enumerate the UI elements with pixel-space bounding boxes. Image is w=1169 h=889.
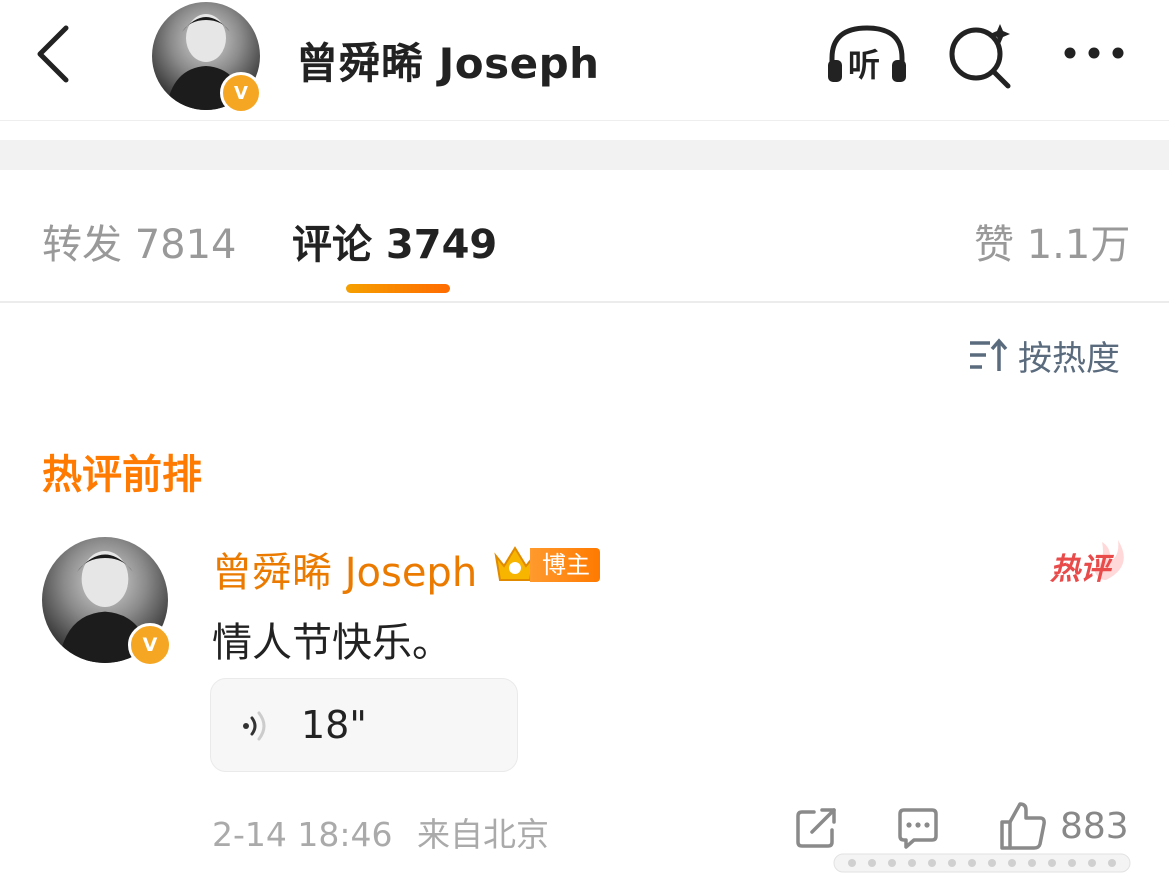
listen-headphones-icon[interactable]: 听 [824, 20, 910, 86]
comment-author-name[interactable]: 曾舜晞 Joseph [212, 540, 477, 598]
comment-location: 来自北京 [417, 815, 549, 854]
header-avatar[interactable]: V [152, 2, 262, 114]
like-thumbs-up-icon[interactable] [998, 800, 1048, 852]
comment-meta: 2-14 18:46 来自北京 [212, 808, 549, 856]
more-options-icon[interactable] [1058, 38, 1130, 68]
voice-duration: 18" [301, 703, 367, 747]
listen-label: 听 [848, 46, 881, 84]
hot-comment-label: 热评 [1050, 552, 1110, 587]
page-title: 曾舜晞 Joseph [296, 39, 600, 88]
comment-time: 2-14 18:46 [212, 815, 393, 854]
search-icon[interactable] [944, 20, 1016, 90]
active-tab-indicator [346, 284, 450, 293]
section-title: 热评前排 [42, 452, 202, 498]
sort-by-heat-button[interactable]: 按热度 [968, 332, 1120, 379]
blogger-badge: 博主 [492, 544, 604, 586]
tab-likes[interactable]: 赞 1.1万 [974, 212, 1130, 270]
divider [0, 301, 1169, 303]
comment-text: 情人节快乐。 [212, 620, 452, 666]
comment-avatar[interactable]: V [42, 537, 172, 667]
verified-badge: V [128, 623, 172, 667]
verified-badge: V [220, 72, 262, 114]
tab-reposts[interactable]: 转发 7814 [42, 212, 237, 270]
comment-bubble-icon[interactable] [896, 806, 940, 850]
scroll-indicator [833, 853, 1131, 873]
blogger-badge-label: 博主 [530, 548, 600, 582]
sort-label: 按热度 [1018, 338, 1120, 379]
section-separator [0, 140, 1169, 170]
divider [0, 120, 1169, 121]
share-icon[interactable] [794, 806, 838, 850]
voice-message-player[interactable]: 18" [210, 678, 518, 772]
like-count: 883 [1060, 806, 1129, 847]
hot-comment-badge: 热评 [1048, 536, 1130, 587]
sort-icon [970, 338, 1008, 371]
voice-wave-icon [243, 711, 266, 741]
tab-comments[interactable]: 评论 3749 [292, 212, 497, 270]
back-arrow-icon[interactable] [30, 22, 80, 86]
